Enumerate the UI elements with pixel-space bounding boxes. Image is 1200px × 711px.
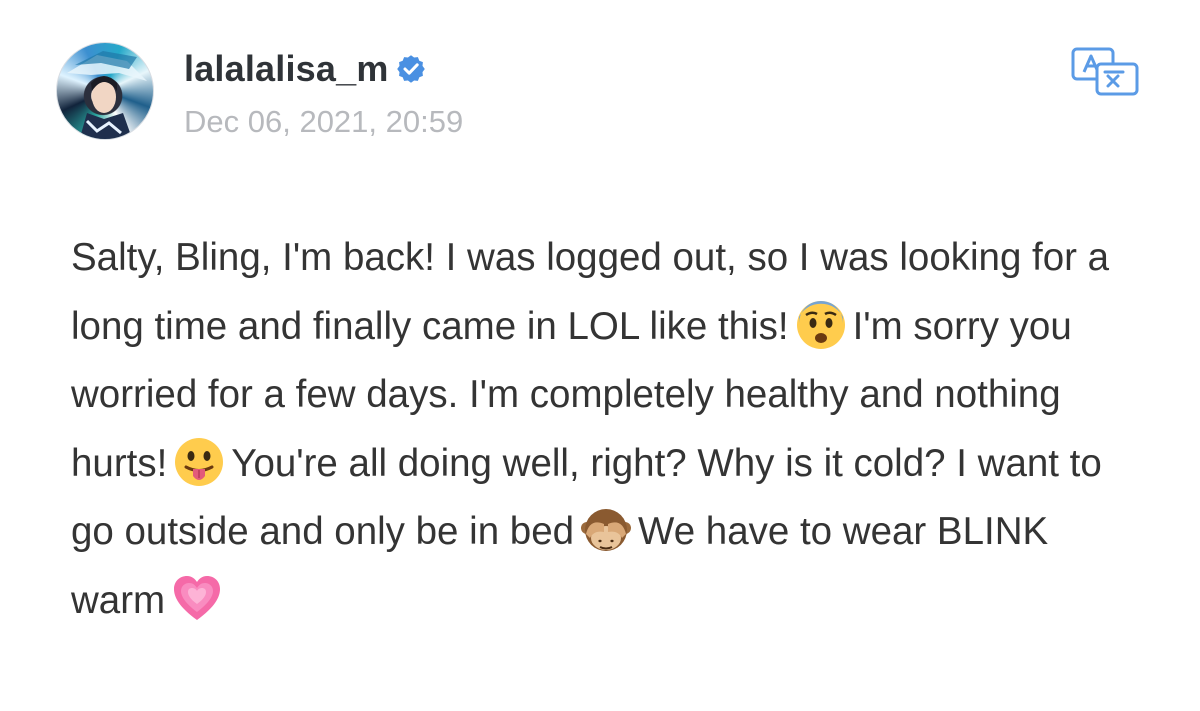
see-no-evil-monkey-emoji bbox=[580, 504, 632, 556]
post-body: Salty, Bling, I'm back! I was logged out… bbox=[71, 224, 1151, 635]
translate-button[interactable] bbox=[1070, 46, 1140, 98]
growing-heart-emoji bbox=[171, 573, 223, 625]
fearful-face-emoji bbox=[795, 299, 847, 351]
post-header: lalalalisa_m Dec 06, 2021, 20:59 bbox=[56, 38, 1146, 148]
post-timestamp: Dec 06, 2021, 20:59 bbox=[184, 104, 464, 139]
avatar[interactable] bbox=[56, 42, 154, 140]
translate-icon bbox=[1071, 47, 1139, 96]
username[interactable]: lalalalisa_m bbox=[184, 48, 389, 90]
username-row: lalalalisa_m bbox=[184, 46, 425, 92]
face-with-tongue-emoji bbox=[173, 436, 225, 488]
avatar-image bbox=[67, 51, 147, 139]
verified-badge-icon bbox=[396, 55, 425, 83]
